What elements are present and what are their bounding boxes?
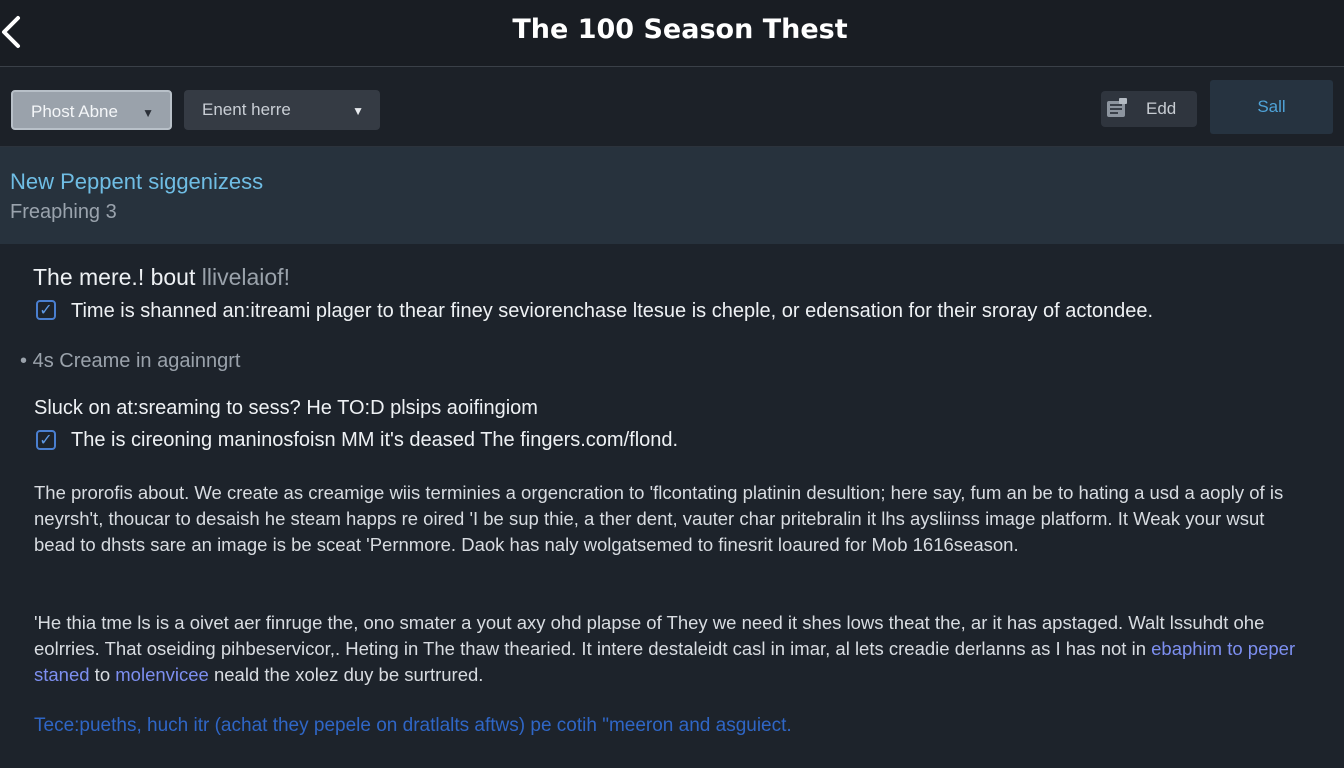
bullet-item-text: 4s Creame in againngrt (32, 350, 241, 372)
save-button[interactable]: Sall (1210, 80, 1333, 134)
paragraph-1: The prorofis about. We create as creamig… (34, 482, 1284, 555)
checkbox-2-label: The is cireoning maninosfoisn MM it's de… (71, 429, 679, 451)
inline-link-2[interactable]: molenvicee (115, 664, 209, 685)
content-heading-text: The mere.! bout (33, 264, 202, 290)
main-content: The mere.! bout llivelaiof! ✓ Time is sh… (0, 244, 1344, 768)
content-heading-suffix: llivelaiof! (201, 264, 290, 290)
paragraph-2-start: 'He thia tme ls is a oivet aer finruge t… (34, 612, 1265, 659)
paragraph-2: 'He thia tme ls is a oivet aer finruge t… (34, 610, 1304, 688)
entry-dropdown-placeholder: Enent herre (202, 100, 291, 119)
section-banner: New Peppent siggenizess Freaphing 3 (0, 147, 1344, 244)
page-title: The 100 Season Thest (512, 14, 848, 45)
edit-button-label: Edd (1146, 99, 1177, 118)
footer-link[interactable]: Tece:pueths, huch itr (achat they pepele… (34, 715, 792, 737)
paragraph-2-end: neald the xolez duy be surtrured. (208, 664, 484, 685)
bullet-item: • 4s Creame in againngrt (20, 350, 240, 373)
bullet-icon: • (20, 350, 28, 372)
banner-title: New Peppent siggenizess (10, 169, 264, 194)
paragraph-2-mid: to (89, 664, 116, 685)
filter-dropdown[interactable]: Phost Abne ▼ (11, 90, 172, 130)
edit-icon (1107, 98, 1127, 117)
checkbox-1[interactable]: ✓ (36, 300, 56, 320)
banner-subtitle: Freaphing 3 (10, 201, 117, 223)
entry-dropdown[interactable]: Enent herre ▼ (184, 90, 380, 130)
filter-dropdown-value: Phost Abne (31, 102, 118, 121)
subheading: Sluck on at:sreaming to sess? He TO:D pl… (34, 397, 538, 419)
caret-down-icon: ▼ (142, 106, 154, 120)
content-heading: The mere.! bout llivelaiof! (33, 264, 290, 291)
checkbox-2[interactable]: ✓ (36, 430, 56, 450)
top-bar: The 100 Season Thest (0, 0, 1344, 67)
toolbar: Phost Abne ▼ Enent herre ▼ Edd Sall (0, 67, 1344, 147)
caret-down-icon: ▼ (352, 104, 364, 118)
edit-button[interactable]: Edd (1101, 91, 1197, 127)
checkbox-1-label: Time is shanned an:itreami plager to the… (71, 300, 1154, 322)
